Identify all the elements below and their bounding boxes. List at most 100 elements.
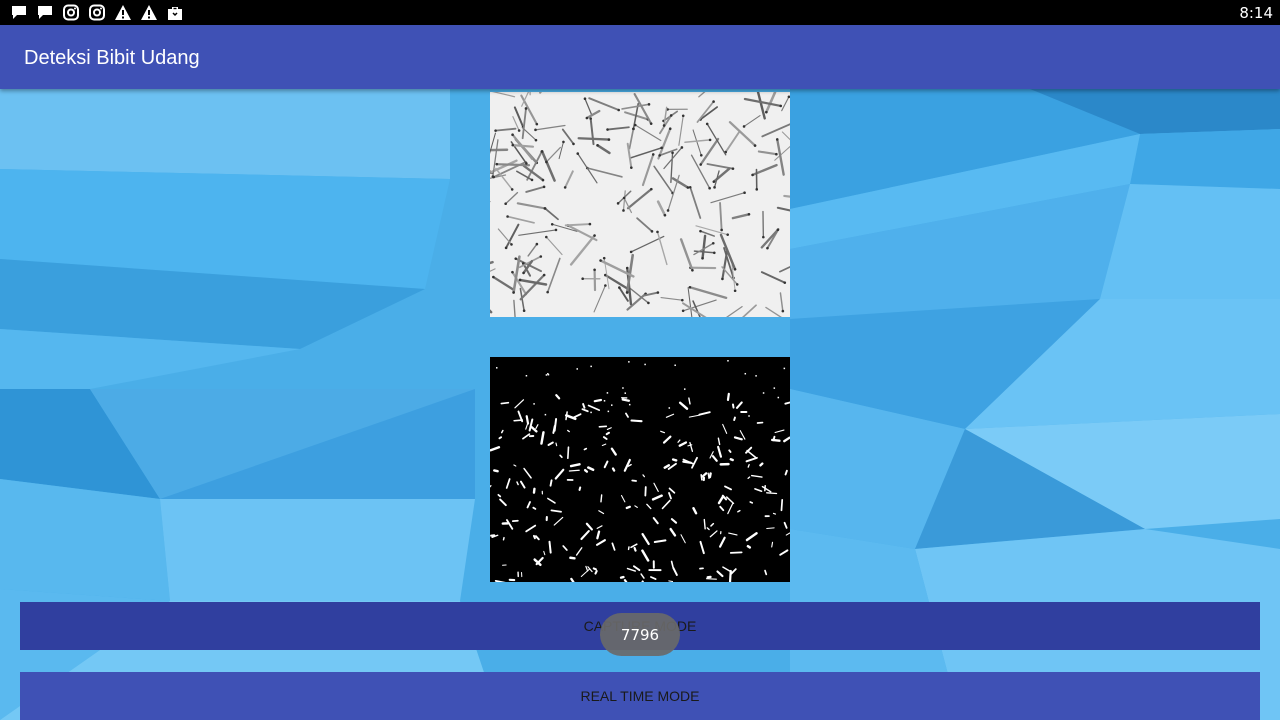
shrimp-eye: [517, 129, 521, 132]
mask-blob: [688, 414, 701, 418]
mask-speck: [622, 387, 624, 389]
mask-blob: [699, 540, 705, 555]
shrimp-stroke: [692, 129, 702, 156]
mask-speck: [762, 392, 765, 394]
mask-blob: [596, 530, 601, 540]
mask-blob: [724, 485, 733, 491]
mask-blob: [771, 541, 774, 548]
mask-blob: [766, 492, 778, 495]
shrimp-eye: [647, 103, 651, 106]
mask-blob: [719, 505, 725, 512]
shrimp-eye: [492, 275, 495, 279]
processed-image: [490, 357, 790, 582]
shrimp-eye: [765, 110, 768, 114]
shrimp-eye: [705, 122, 709, 126]
mask-blob: [559, 454, 563, 459]
mask-blob: [595, 539, 606, 546]
shrimp-eye: [762, 235, 765, 239]
shrimp-eye: [504, 246, 508, 250]
shrimp-eye: [583, 97, 587, 101]
shrimp-eye: [656, 230, 659, 234]
mask-blob: [552, 425, 556, 434]
mask-blob: [610, 447, 617, 456]
mask-blob: [717, 437, 721, 446]
app-title: Deteksi Bibit Udang: [24, 47, 200, 69]
shrimp-eye: [713, 186, 716, 189]
mask-blob: [726, 392, 730, 402]
shrimp-stroke: [699, 230, 716, 237]
shrimp-stroke: [569, 234, 596, 266]
shrimp-stroke: [756, 92, 766, 120]
shrimp-stroke: [710, 192, 746, 204]
shrimp-stroke: [534, 124, 566, 131]
shrimp-eye: [733, 289, 737, 293]
shrimp-eye: [699, 163, 702, 166]
shrimp-stroke: [628, 127, 635, 150]
mask-blob: [698, 411, 711, 416]
status-bar: 8:14: [0, 0, 1280, 25]
shrimp-stroke: [641, 153, 655, 187]
app-bar: Deteksi Bibit Udang: [0, 25, 1280, 89]
shrimp-stroke: [518, 278, 548, 286]
mask-blob: [580, 530, 590, 541]
mask-blob: [668, 580, 674, 582]
shrimp-eye: [542, 185, 546, 189]
shrimp-eye: [535, 242, 539, 246]
mask-blob: [555, 442, 558, 447]
mask-blob: [580, 568, 591, 577]
shrimp-eye: [622, 196, 626, 200]
mask-speck: [744, 372, 747, 375]
shrimp-eye: [755, 188, 759, 191]
shrimp-stroke: [757, 150, 778, 156]
mask-blob: [662, 435, 672, 444]
mask-blob: [711, 455, 718, 462]
mask-blob: [780, 498, 784, 512]
warning-icon: [141, 5, 157, 20]
status-time: 8:14: [1239, 4, 1273, 22]
message-icon: [38, 6, 52, 19]
shrimp-eye: [688, 285, 692, 289]
shrimp-stroke: [585, 109, 601, 120]
shrimp-eye: [625, 291, 629, 294]
shrimp-stroke: [588, 97, 620, 111]
mask-blob: [587, 566, 593, 573]
shrimp-stroke: [589, 117, 595, 146]
shrimp-stroke: [783, 194, 790, 198]
mask-blob: [581, 408, 589, 413]
mask-blob: [731, 403, 735, 409]
shrimp-eye: [658, 154, 661, 157]
mask-blob: [651, 494, 663, 501]
shrimp-eye: [545, 235, 548, 239]
message-icon: [12, 6, 26, 19]
mask-blob: [540, 431, 545, 445]
real-time-mode-button[interactable]: REAL TIME MODE: [20, 672, 1260, 720]
mask-blob: [634, 505, 638, 508]
mask-blob: [633, 565, 641, 572]
mask-blob: [705, 578, 717, 580]
shrimp-eye: [747, 212, 751, 216]
count-toast: 7796: [600, 613, 680, 656]
shrimp-stroke: [726, 306, 743, 317]
mask-blob: [646, 503, 652, 510]
mask-blob: [727, 503, 734, 515]
shrimp-eye: [711, 241, 715, 245]
mask-blob: [547, 441, 554, 446]
mask-blob: [680, 534, 686, 544]
mask-blob: [729, 458, 734, 462]
mask-blob: [671, 458, 678, 462]
mask-blob: [630, 543, 638, 549]
shrimp-eye: [708, 186, 711, 190]
shrimp-eye: [554, 228, 558, 232]
shrimp-eye: [530, 178, 534, 182]
mask-blob: [569, 556, 576, 560]
mask-blob: [745, 532, 758, 542]
shrimp-eye: [632, 127, 635, 131]
mask-blob: [626, 567, 637, 572]
shrimp-eye: [546, 290, 549, 294]
mask-blob: [717, 445, 723, 458]
mask-blob: [678, 401, 689, 410]
shrimp-eye: [596, 144, 599, 147]
mask-blob: [661, 499, 671, 510]
mask-blob: [784, 469, 788, 476]
mask-blob: [692, 507, 698, 515]
